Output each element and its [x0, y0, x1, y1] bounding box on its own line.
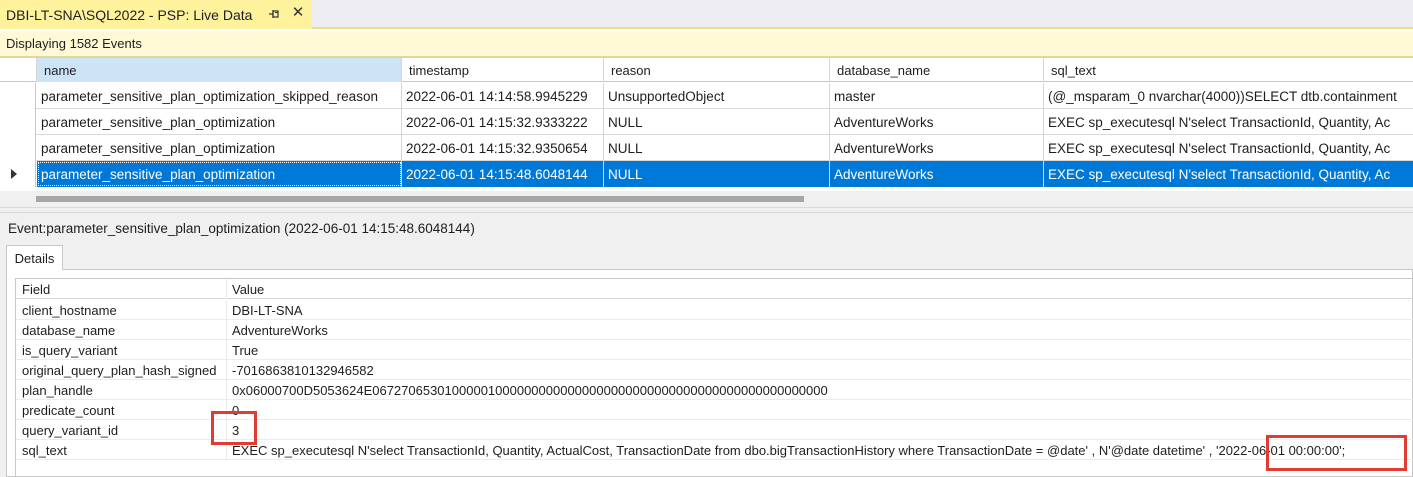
cell-name: parameter_sensitive_plan_optimization_sk…	[37, 83, 402, 109]
highlight-box-query-variant-id	[211, 411, 257, 445]
cell-sql-text: EXEC sp_executesql N'select TransactionI…	[1048, 114, 1391, 130]
cell-timestamp: 2022-06-01 14:14:58.9945229	[402, 83, 604, 109]
column-header-timestamp[interactable]: timestamp	[402, 58, 604, 82]
cell-database-name: AdventureWorks	[830, 135, 1044, 161]
details-row[interactable]: original_query_plan_hash_signed -7016863…	[16, 360, 1413, 380]
details-value: AdventureWorks	[232, 322, 328, 338]
details-field: query_variant_id	[16, 420, 227, 440]
close-icon[interactable]: ✕	[290, 5, 306, 21]
horizontal-scrollbar-thumb[interactable]	[36, 196, 804, 202]
cell-reason: NULL	[604, 161, 830, 187]
details-field: original_query_plan_hash_signed	[16, 360, 227, 380]
details-field: database_name	[16, 320, 227, 340]
cell-reason: NULL	[604, 109, 830, 135]
details-row[interactable]: plan_handle 0x06000700D5053624E067270653…	[16, 380, 1413, 400]
events-status-bar: Displaying 1582 Events	[0, 31, 1413, 57]
event-row[interactable]: parameter_sensitive_plan_optimization 20…	[0, 109, 1413, 135]
cell-sql-text: EXEC sp_executesql N'select TransactionI…	[1048, 140, 1391, 156]
highlight-box-date-parameter	[1266, 435, 1407, 471]
horizontal-scrollbar[interactable]	[0, 191, 1413, 207]
details-field: predicate_count	[16, 400, 227, 420]
cell-timestamp: 2022-06-01 14:15:48.6048144	[402, 161, 604, 187]
details-row[interactable]: database_name AdventureWorks	[16, 320, 1413, 340]
details-value: DBI-LT-SNA	[232, 302, 303, 318]
details-field: client_hostname	[16, 300, 227, 320]
details-header-field[interactable]: Field	[16, 279, 227, 299]
row-header[interactable]	[0, 83, 36, 109]
cell-sql-text: (@_msparam_0 nvarchar(4000))SELECT dtb.c…	[1048, 88, 1397, 104]
cell-name: parameter_sensitive_plan_optimization	[37, 161, 402, 187]
cell-timestamp: 2022-06-01 14:15:32.9333222	[402, 109, 604, 135]
details-value: EXEC sp_executesql N'select TransactionI…	[232, 442, 1346, 458]
cell-database-name: AdventureWorks	[830, 161, 1044, 187]
cell-name: parameter_sensitive_plan_optimization	[37, 135, 402, 161]
cell-timestamp: 2022-06-01 14:15:32.9350654	[402, 135, 604, 161]
details-row[interactable]: client_hostname DBI-LT-SNA	[16, 300, 1413, 320]
cell-database-name: master	[830, 83, 1044, 109]
row-header[interactable]	[0, 135, 36, 161]
cell-database-name: AdventureWorks	[830, 109, 1044, 135]
column-header-database-name[interactable]: database_name	[830, 58, 1044, 82]
document-tab-title: DBI-LT-SNA\SQL2022 - PSP: Live Data	[6, 6, 253, 23]
cell-sql-text: EXEC sp_executesql N'select TransactionI…	[1044, 161, 1413, 187]
event-row[interactable]: parameter_sensitive_plan_optimization 20…	[0, 135, 1413, 161]
events-count-text: Displaying 1582 Events	[6, 36, 142, 51]
document-tab[interactable]: DBI-LT-SNA\SQL2022 - PSP: Live Data ✕	[0, 0, 312, 29]
document-tab-strip: DBI-LT-SNA\SQL2022 - PSP: Live Data ✕	[0, 0, 1413, 29]
row-header[interactable]	[0, 109, 36, 135]
column-header-reason[interactable]: reason	[604, 58, 830, 82]
details-body: Field Value client_hostname DBI-LT-SNA d…	[6, 269, 1413, 477]
details-header-value[interactable]: Value	[227, 279, 264, 299]
event-row-selected[interactable]: parameter_sensitive_plan_optimization 20…	[0, 161, 1413, 187]
row-header-corner	[0, 58, 37, 82]
details-value: 0x06000700D5053624E067270653010000010000…	[232, 382, 828, 398]
row-header[interactable]	[0, 161, 36, 187]
cell-reason: UnsupportedObject	[604, 83, 830, 109]
current-row-arrow-icon	[11, 169, 17, 179]
column-header-name[interactable]: name	[37, 58, 402, 82]
details-header-row: Field Value	[16, 279, 1413, 299]
details-value: True	[232, 342, 259, 358]
cell-name: parameter_sensitive_plan_optimization	[37, 109, 402, 135]
details-field: plan_handle	[16, 380, 227, 400]
details-field: sql_text	[16, 440, 227, 460]
details-value: -7016863810132946582	[232, 362, 374, 378]
grid-header: name timestamp reason database_name sql_…	[0, 58, 1413, 82]
pin-icon[interactable]	[266, 6, 282, 22]
column-header-sql-text[interactable]: sql_text	[1044, 58, 1413, 82]
details-field: is_query_variant	[16, 340, 227, 360]
events-grid[interactable]: name timestamp reason database_name sql_…	[0, 57, 1413, 207]
event-row[interactable]: parameter_sensitive_plan_optimization_sk…	[0, 83, 1413, 109]
cell-reason: NULL	[604, 135, 830, 161]
details-grid[interactable]: Field Value client_hostname DBI-LT-SNA d…	[15, 278, 1413, 477]
details-row[interactable]: is_query_variant True	[16, 340, 1413, 360]
tab-details[interactable]: Details	[6, 245, 63, 270]
event-title: Event:parameter_sensitive_plan_optimizat…	[8, 221, 475, 236]
